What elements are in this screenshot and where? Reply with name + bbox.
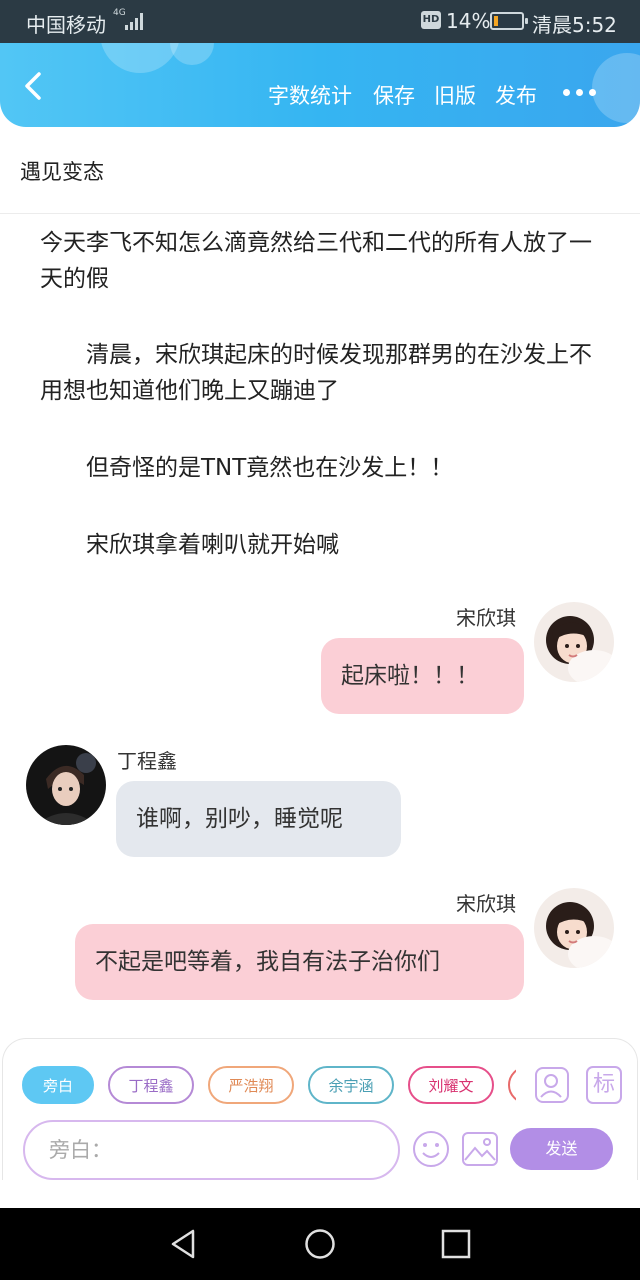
character-chip-row[interactable]: 旁白 丁程鑫 严浩翔 余宇涵 刘耀文: [22, 1066, 516, 1106]
battery-percent: 14%: [446, 9, 491, 33]
more-button[interactable]: [560, 87, 600, 99]
chip-character[interactable]: 严浩翔: [208, 1066, 294, 1104]
chip-character[interactable]: 余宇涵: [308, 1066, 394, 1104]
signal-icon: [125, 13, 143, 30]
avatar-image: [26, 745, 106, 825]
send-button[interactable]: 发送: [510, 1128, 613, 1170]
paragraph[interactable]: 今天李飞不知怎么滴竟然给三代和二代的所有人放了一天的假: [40, 225, 600, 297]
chat-bubble-right[interactable]: 不起是吧等着，我自有法子治你们: [75, 924, 524, 1000]
avatar-songxinqi[interactable]: [534, 888, 614, 968]
avatar-image: [534, 888, 614, 968]
clock: 清晨5:52: [532, 13, 617, 37]
avatar-dingchengxin[interactable]: [26, 745, 106, 825]
speaker-name: 丁程鑫: [117, 749, 177, 773]
word-count-button[interactable]: 字数统计: [268, 80, 352, 110]
decor-bubble: [100, 43, 180, 73]
old-version-button[interactable]: 旧版: [434, 80, 476, 110]
chip-character[interactable]: 丁程鑫: [108, 1066, 194, 1104]
speaker-name: 宋欣琪: [456, 606, 516, 630]
paragraph[interactable]: 宋欣琪拿着喇叭就开始喊: [40, 527, 600, 563]
save-button[interactable]: 保存: [373, 80, 415, 110]
more-dots-icon: [563, 89, 570, 96]
avatar-image: [534, 602, 614, 682]
message-input[interactable]: 旁白：: [23, 1120, 400, 1180]
app-root: 中国移动 4G HD 14% 清晨5:52 字数统计 保存 旧版 发布 遇见变态…: [0, 0, 640, 1280]
chip-character[interactable]: 刘耀文: [408, 1066, 494, 1104]
battery-icon: [490, 12, 528, 30]
more-dots-icon: [589, 89, 596, 96]
hd-badge: HD: [421, 11, 441, 29]
battery-fill: [494, 16, 498, 26]
speaker-name: 宋欣琪: [456, 892, 516, 916]
decor-bubble: [170, 43, 214, 65]
avatar-songxinqi[interactable]: [534, 602, 614, 682]
chip-narrator[interactable]: 旁白: [22, 1066, 94, 1104]
publish-button[interactable]: 发布: [495, 80, 537, 110]
more-dots-icon: [576, 89, 583, 96]
chat-bubble-left[interactable]: 谁啊，别吵，睡觉呢: [116, 781, 401, 857]
recent-square-icon[interactable]: [440, 1228, 472, 1260]
carrier-name: 中国移动: [26, 13, 106, 37]
chat-bubble-right[interactable]: 起床啦！！！: [321, 638, 524, 714]
mark-icon[interactable]: 标: [586, 1066, 622, 1104]
divider: [0, 213, 640, 214]
system-navigation-bar: [0, 1208, 640, 1280]
image-icon[interactable]: [461, 1130, 499, 1168]
editor-header: 字数统计 保存 旧版 发布: [0, 43, 640, 127]
status-bar: 中国移动 4G HD 14% 清晨5:52: [0, 0, 640, 43]
home-circle-icon[interactable]: [304, 1228, 336, 1260]
chip-character-partial[interactable]: [508, 1066, 516, 1104]
paragraph[interactable]: 但奇怪的是TNT竟然也在沙发上！！: [40, 450, 600, 486]
paragraph[interactable]: 清晨，宋欣琪起床的时候发现那群男的在沙发上不用想也知道他们晚上又蹦迪了: [40, 337, 600, 409]
character-icon[interactable]: [534, 1066, 570, 1104]
back-button[interactable]: [18, 71, 48, 101]
back-triangle-icon[interactable]: [168, 1228, 200, 1260]
chapter-title[interactable]: 遇见变态: [20, 156, 104, 186]
emoji-icon[interactable]: [412, 1130, 450, 1168]
